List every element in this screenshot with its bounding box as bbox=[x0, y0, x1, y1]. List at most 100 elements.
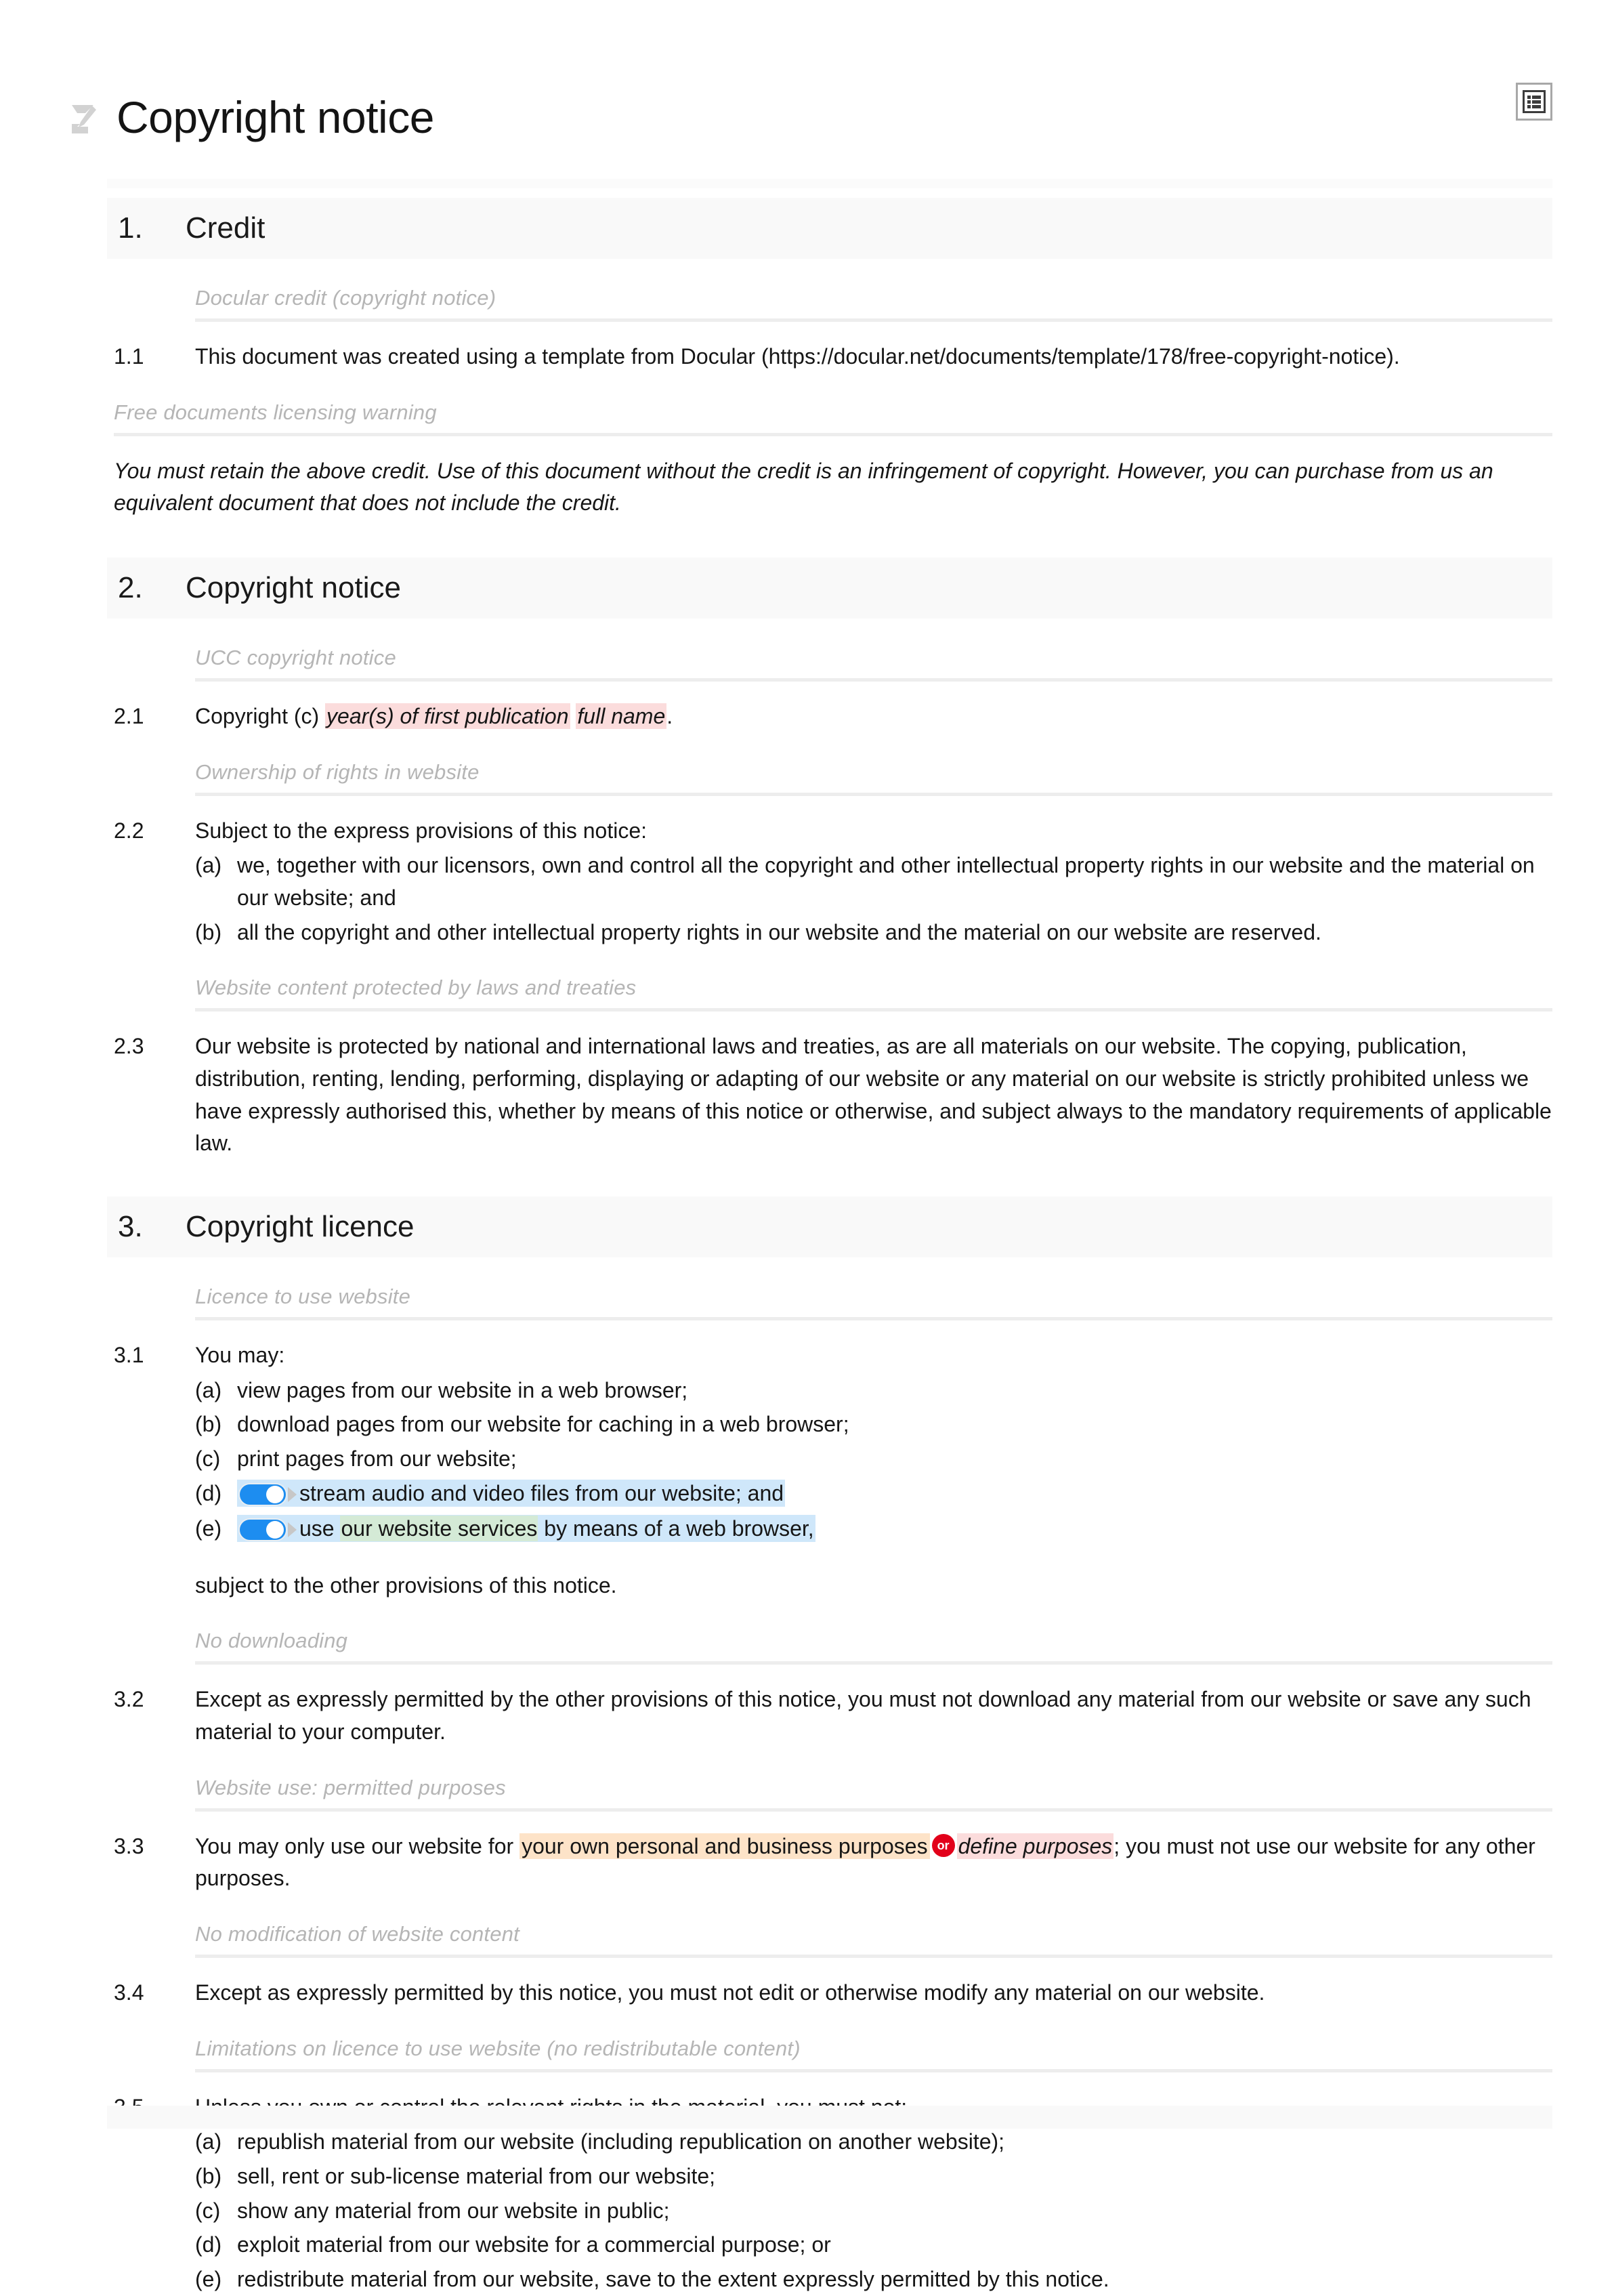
clause-number: 3.4 bbox=[114, 1980, 144, 2005]
section-header-copyright-notice[interactable]: 2. Copyright notice bbox=[107, 558, 1552, 619]
section-title: Copyright licence bbox=[186, 1210, 415, 1244]
list-marker: (a) bbox=[195, 2129, 222, 2154]
toggle-switch-on[interactable] bbox=[238, 1518, 287, 1542]
list-marker: (e) bbox=[195, 2266, 222, 2291]
toggle-knob bbox=[266, 1521, 284, 1539]
list-marker: (a) bbox=[195, 853, 222, 878]
document-page: Copyright notice 1. Credit Docular credi… bbox=[0, 0, 1612, 2291]
guidance-rule bbox=[195, 792, 1552, 796]
list-marker: (c) bbox=[195, 1446, 221, 1471]
toggle-knob bbox=[266, 1486, 284, 1503]
or-badge[interactable]: or bbox=[931, 1834, 955, 1858]
list-item: (b) sell, rent or sub-license material f… bbox=[195, 2161, 1552, 2193]
list-text: view pages from our website in a web bro… bbox=[237, 1377, 688, 1402]
toggle-switch-on[interactable] bbox=[238, 1483, 287, 1506]
section-title: Copyright notice bbox=[186, 571, 401, 605]
list-marker: (c) bbox=[195, 2198, 221, 2223]
list-text: sell, rent or sub-license material from … bbox=[237, 2163, 716, 2188]
clause-number: 1.1 bbox=[114, 344, 144, 369]
sub-list: (a) republish material from our website … bbox=[195, 2126, 1552, 2295]
sub-list: (a) view pages from our website in a web… bbox=[195, 1375, 1552, 1547]
table-of-contents-icon[interactable] bbox=[1516, 83, 1552, 121]
option-personal-business-purposes[interactable]: your own personal and business purposes bbox=[519, 1833, 930, 1859]
optional-clause-toggle-stream[interactable] bbox=[238, 1477, 297, 1509]
list-marker: (a) bbox=[195, 1377, 222, 1402]
clause-number: 3.2 bbox=[114, 1687, 144, 1712]
list-marker: (b) bbox=[195, 2163, 222, 2188]
chevron-right-icon[interactable] bbox=[288, 1487, 297, 1502]
clause-text: Our website is protected by national and… bbox=[195, 1034, 1552, 1156]
list-text: redistribute material from our website, … bbox=[237, 2266, 1109, 2291]
chevron-right-icon[interactable] bbox=[288, 1522, 297, 1538]
clause-number: 3.1 bbox=[114, 1343, 144, 1368]
guidance-rule bbox=[195, 678, 1552, 682]
clause-2-3: 2.3 Our website is protected by national… bbox=[114, 1030, 1552, 1160]
section-number: 3. bbox=[118, 1210, 143, 1244]
list-item: (b) all the copyright and other intellec… bbox=[195, 917, 1552, 949]
list-marker: (b) bbox=[195, 919, 222, 944]
optional-clause-toggle-services[interactable] bbox=[238, 1513, 297, 1545]
list-marker: (d) bbox=[195, 1480, 222, 1505]
placeholder-year-of-publication[interactable]: year(s) of first publication bbox=[325, 703, 570, 730]
list-marker: (b) bbox=[195, 1412, 222, 1437]
clause-text: Copyright (c) year(s) of first publicati… bbox=[195, 701, 1552, 733]
list-item: (a) republish material from our website … bbox=[195, 2126, 1552, 2158]
clause-2-2: 2.2 Subject to the express provisions of… bbox=[114, 815, 1552, 949]
clause-number: 2.3 bbox=[114, 1034, 144, 1059]
clause-3-1: 3.1 You may: (a) view pages from our web… bbox=[114, 1339, 1552, 1602]
list-marker: (e) bbox=[195, 1516, 222, 1541]
guidance-limitations: Limitations on licence to use website (n… bbox=[195, 2036, 801, 2060]
clause-3-4: 3.4 Except as expressly permitted by thi… bbox=[114, 1977, 1552, 2009]
licensing-warning-text: You must retain the above credit. Use of… bbox=[114, 458, 1493, 516]
guidance-ucc-notice: UCC copyright notice bbox=[195, 646, 396, 670]
section-number: 2. bbox=[118, 571, 143, 605]
list-text: download pages from our website for cach… bbox=[237, 1412, 849, 1437]
list-text: republish material from our website (inc… bbox=[237, 2129, 1005, 2154]
optional-clause-highlight: stream audio and video files from our we… bbox=[237, 1477, 786, 1509]
guidance-no-downloading: No downloading bbox=[195, 1629, 348, 1653]
guidance-rule bbox=[195, 1808, 1552, 1812]
clause-number: 2.1 bbox=[114, 704, 144, 729]
list-text: show any material from our website in pu… bbox=[237, 2198, 670, 2223]
clause-text: Except as expressly permitted by this no… bbox=[195, 1980, 1265, 2005]
clause-3-3: 3.3 You may only use our website for you… bbox=[114, 1831, 1552, 1895]
guidance-licence-to-use: Licence to use website bbox=[195, 1285, 411, 1309]
guidance-rule bbox=[195, 2068, 1552, 2072]
placeholder-full-name[interactable]: full name bbox=[576, 703, 667, 730]
clause-suffix: . bbox=[666, 704, 673, 729]
document-title-row: Copyright notice bbox=[65, 0, 1552, 154]
guidance-permitted-purposes: Website use: permitted purposes bbox=[195, 1775, 506, 1799]
list-item: (a) view pages from our website in a web… bbox=[195, 1375, 1552, 1407]
guidance-ownership-rights: Ownership of rights in website bbox=[195, 759, 480, 784]
sub-list: (a) we, together with our licensors, own… bbox=[195, 850, 1552, 948]
clause-number: 2.2 bbox=[114, 818, 144, 843]
page-title: Copyright notice bbox=[116, 92, 434, 142]
section-header-copyright-licence[interactable]: 3. Copyright licence bbox=[107, 1196, 1552, 1258]
list-item: (d) exploit material from our website fo… bbox=[195, 2229, 1552, 2261]
list-item: (a) we, together with our licensors, own… bbox=[195, 850, 1552, 914]
section-header-credit[interactable]: 1. Credit bbox=[107, 198, 1552, 259]
guidance-rule bbox=[195, 1317, 1552, 1321]
list-text: stream audio and video files from our we… bbox=[299, 1480, 784, 1505]
list-item: (c) print pages from our website; bbox=[195, 1443, 1552, 1476]
placeholder-define-purposes[interactable]: define purposes bbox=[956, 1833, 1114, 1859]
list-item: (c) show any material from our website i… bbox=[195, 2195, 1552, 2228]
list-item: (e) redistribute material from our websi… bbox=[195, 2263, 1552, 2296]
guidance-rule bbox=[114, 432, 1552, 436]
variable-website-services[interactable]: our website services bbox=[340, 1516, 538, 1542]
clause-text: This document was created using a templa… bbox=[195, 344, 1400, 369]
list-text: exploit material from our website for a … bbox=[237, 2232, 831, 2257]
section-title: Credit bbox=[186, 211, 266, 245]
list-text-after: by means of a web browser, bbox=[538, 1516, 814, 1541]
clause-lead: You may: bbox=[195, 1343, 285, 1368]
section-number: 1. bbox=[118, 211, 143, 245]
clause-prefix: You may only use our website for bbox=[195, 1833, 520, 1858]
clause-1-1: 1.1 This document was created using a te… bbox=[114, 341, 1552, 373]
clause-3-2: 3.2 Except as expressly permitted by the… bbox=[114, 1684, 1552, 1748]
guidance-rule bbox=[195, 1954, 1552, 1958]
clause-prefix: Copyright (c) bbox=[195, 704, 326, 729]
list-item: (b) download pages from our website for … bbox=[195, 1408, 1552, 1441]
list-item-optional-services: (e) use our website services by means of… bbox=[195, 1513, 1552, 1546]
edit-pencil-icon[interactable] bbox=[65, 100, 100, 138]
list-text: all the copyright and other intellectual… bbox=[237, 919, 1321, 944]
